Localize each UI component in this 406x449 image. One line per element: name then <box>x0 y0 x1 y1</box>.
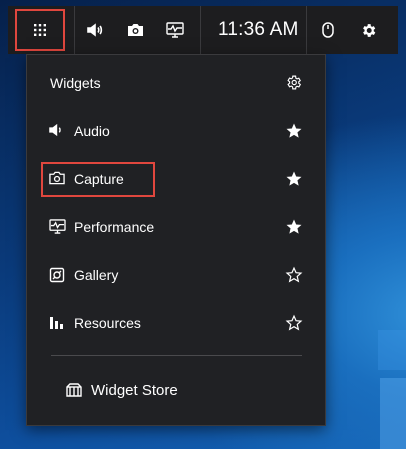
gear-icon <box>362 23 375 37</box>
wallpaper-pane <box>380 378 406 449</box>
wallpaper-pane <box>378 330 406 370</box>
gear-icon <box>287 75 302 90</box>
widget-item-label: Performance <box>74 219 155 235</box>
game-bar: 11:36 AM <box>8 6 398 54</box>
widget-item-gallery[interactable]: Gallery <box>27 255 325 295</box>
widget-settings-button[interactable] <box>285 74 303 92</box>
widget-item-resources[interactable]: Resources <box>27 303 325 343</box>
menu-grid-icon <box>34 24 46 36</box>
performance-icon <box>49 219 66 235</box>
performance-button[interactable] <box>155 6 195 54</box>
mouse-icon <box>322 22 334 38</box>
favorite-star-filled-icon[interactable] <box>285 170 303 188</box>
store-icon <box>65 382 83 400</box>
camera-icon <box>127 24 143 36</box>
divider <box>51 355 302 356</box>
resources-icon <box>49 315 65 331</box>
favorite-star-filled-icon[interactable] <box>285 218 303 236</box>
widget-item-capture[interactable]: Capture <box>27 159 325 199</box>
widget-store-link[interactable]: Widget Store <box>27 373 325 409</box>
widgets-title: Widgets <box>50 75 101 91</box>
favorite-star-outline-icon[interactable] <box>285 266 303 284</box>
gallery-icon <box>49 267 65 283</box>
widgets-header: Widgets <box>27 63 325 103</box>
mouse-button[interactable] <box>308 6 348 54</box>
widget-store-label: Widget Store <box>91 382 178 399</box>
favorite-star-filled-icon[interactable] <box>285 122 303 140</box>
capture-button[interactable] <box>115 6 155 54</box>
camera-icon <box>49 171 65 187</box>
volume-icon <box>49 123 65 139</box>
favorite-star-outline-icon[interactable] <box>285 314 303 332</box>
widget-item-label: Audio <box>74 123 110 139</box>
settings-button[interactable] <box>348 6 388 54</box>
widget-item-label: Resources <box>74 315 141 331</box>
widget-menu-button[interactable] <box>15 9 65 51</box>
widget-item-label: Gallery <box>74 267 119 283</box>
widget-menu-panel: Widgets Audio Capture Performance Galler… <box>26 54 326 426</box>
widget-item-audio[interactable]: Audio <box>27 111 325 151</box>
widget-item-label: Capture <box>74 171 124 187</box>
divider <box>200 6 201 54</box>
divider <box>306 6 307 54</box>
audio-button[interactable] <box>75 6 115 54</box>
clock-time: 11:36 AM <box>218 19 299 40</box>
volume-icon <box>87 23 103 37</box>
performance-icon <box>166 22 184 38</box>
widget-item-performance[interactable]: Performance <box>27 207 325 247</box>
